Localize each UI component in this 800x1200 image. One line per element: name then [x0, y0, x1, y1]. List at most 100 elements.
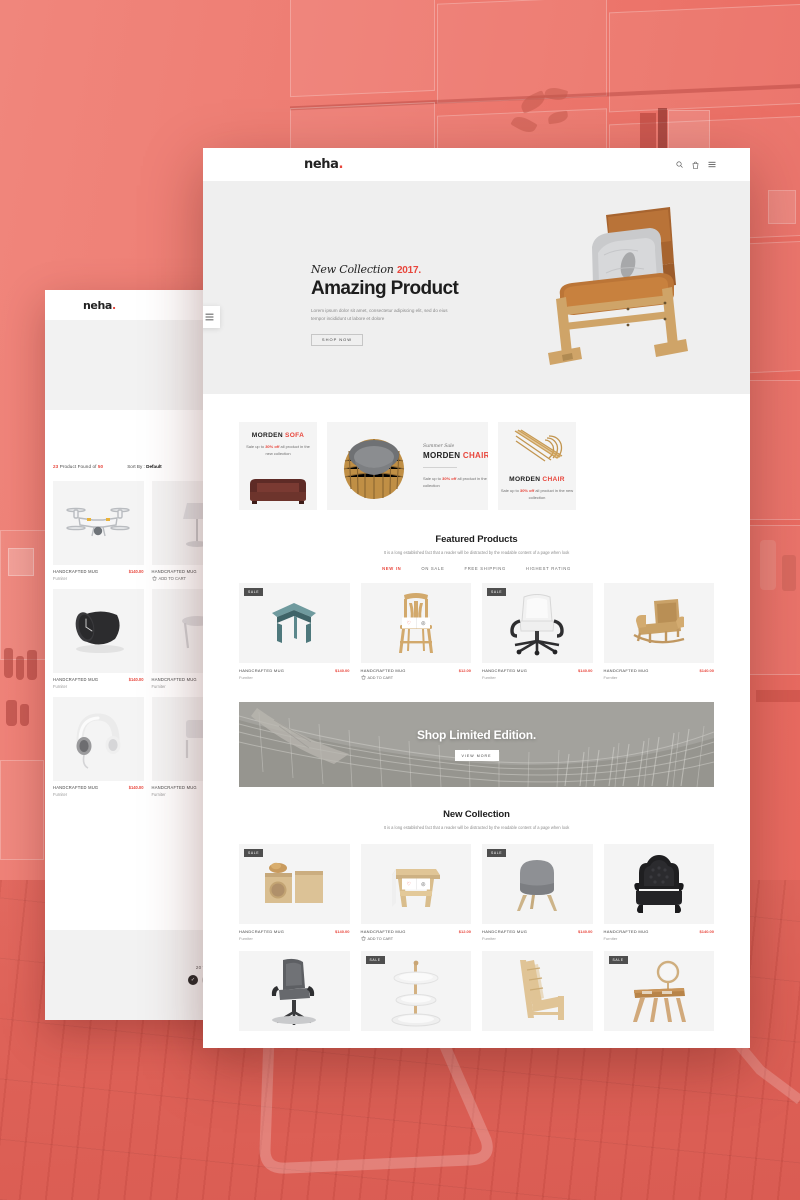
product-image[interactable]: SALE: [603, 951, 714, 1031]
product-card[interactable]: SALE: [360, 951, 471, 1031]
home-logo[interactable]: neha.: [304, 157, 343, 172]
promo-subtext: Sale up to 30% off all product in the ne…: [423, 475, 488, 489]
product-hover-actions[interactable]: ♡ ◎: [401, 878, 430, 890]
headphones-icon: [76, 713, 121, 769]
limited-edition-title: Shop Limited Edition.: [416, 728, 537, 742]
home-page-window[interactable]: neha. New Collection 2017. Amazing Produ…: [203, 148, 750, 1048]
product-card[interactable]: HANDCRAFTED MUG $140.00 Furniter: [603, 583, 714, 680]
product-card[interactable]: SALE HANDCRAFTED MUG $140.00 Furniter: [239, 583, 350, 680]
limited-edition-banner[interactable]: Shop Limited Edition. VIEW MORE: [239, 702, 714, 787]
product-image[interactable]: [53, 481, 144, 565]
product-category: Furniter: [53, 576, 68, 581]
promo-sub-discount: 30% off: [442, 475, 457, 481]
product-card[interactable]: SALE HANDCRAFTED MUG $140.00 Furniter: [482, 844, 593, 941]
product-name: HANDCRAFTED MUG: [151, 569, 197, 574]
promo-morden-chair-wide[interactable]: Summer Sale MORDEN CHAIR Sale up to 30% …: [327, 422, 488, 510]
product-count-label: 23 Product Found of 50: [53, 464, 103, 469]
product-card[interactable]: [239, 951, 350, 1031]
wishlist-icon[interactable]: ♡: [401, 617, 416, 629]
cart-icon[interactable]: [692, 161, 699, 169]
shop-logo[interactable]: neha.: [83, 299, 116, 312]
product-image[interactable]: SALE: [239, 844, 350, 924]
product-image[interactable]: [53, 589, 144, 673]
quickview-icon[interactable]: ◎: [415, 617, 430, 629]
twitter-icon[interactable]: ✓: [188, 975, 198, 985]
promo-sub-pre: Sale up to: [246, 444, 266, 449]
product-card[interactable]: [482, 951, 593, 1031]
product-hover-actions[interactable]: ♡ ◎: [401, 617, 430, 629]
promo-morden-sofa[interactable]: MORDEN SOFA Sale up to 30% off all produ…: [239, 422, 317, 510]
promo-morden-chair-small[interactable]: MORDEN CHAIR Sale up to 30% off all prod…: [498, 422, 576, 510]
home-logo-dot: .: [338, 157, 344, 172]
product-image[interactable]: SALE: [482, 583, 593, 663]
cabinet-panel: [290, 0, 435, 98]
drone-icon: [66, 507, 130, 537]
product-price: $140.00: [578, 668, 593, 673]
product-image[interactable]: SALE: [360, 951, 471, 1031]
product-card[interactable]: SALE HANDCRAFTED MUG $140.00 Furniter: [482, 583, 593, 680]
product-category: Furniter: [239, 936, 253, 941]
hero-chair-image: [548, 207, 688, 365]
product-image[interactable]: [603, 844, 714, 924]
search-icon[interactable]: [676, 161, 683, 168]
promo-heading: MORDEN CHAIR: [498, 476, 576, 483]
product-image[interactable]: ♡ ◎: [360, 583, 471, 663]
product-price: $12.00: [458, 929, 471, 934]
tab-new-in[interactable]: NEW IN: [382, 566, 401, 571]
product-image[interactable]: SALE: [482, 844, 593, 924]
slider-toggle-icon[interactable]: [203, 306, 220, 328]
product-name: HANDCRAFTED MUG: [482, 668, 528, 673]
tab-on-sale[interactable]: ON SALE: [421, 566, 444, 571]
product-image[interactable]: [53, 697, 144, 781]
product-price: $140.00: [128, 569, 144, 574]
product-card[interactable]: SALE: [603, 951, 714, 1031]
add-to-cart-button[interactable]: ADD TO CART: [361, 673, 472, 680]
product-image[interactable]: SALE: [239, 583, 350, 663]
vanity-table-mirror-icon: [632, 960, 686, 1022]
product-price: $12.00: [458, 668, 471, 673]
featured-products-section: Featured Products It is a long establish…: [203, 534, 750, 571]
shop-product-card[interactable]: HANDCRAFTED MUG $140.00 Furniter: [53, 589, 144, 689]
product-image[interactable]: ♡ ◎: [360, 844, 471, 924]
product-category: Furniter: [482, 936, 496, 941]
product-count-total: 50: [97, 463, 104, 469]
sort-by-select[interactable]: Sort By : Default: [127, 464, 161, 469]
product-price: $140.00: [335, 929, 350, 934]
featured-tabs: NEW IN ON SALE FREE SHIPPING HIGHEST RAT…: [203, 566, 750, 571]
cart-icon: [361, 936, 365, 941]
shop-product-card[interactable]: HANDCRAFTED MUG $140.00 Furniter: [53, 697, 144, 797]
shop-now-button[interactable]: SHOP NOW: [311, 333, 363, 346]
promo-sub-discount: 30% off: [265, 444, 280, 449]
hero-eyebrow: New Collection 2017.: [311, 263, 491, 276]
shop-logo-text: neha: [83, 298, 112, 312]
tab-free-shipping[interactable]: FREE SHIPPING: [464, 566, 505, 571]
product-name: HANDCRAFTED MUG: [603, 929, 649, 934]
hamburger-menu-icon[interactable]: [708, 161, 716, 168]
add-to-cart-label: ADD TO CART: [367, 936, 394, 941]
product-name: HANDCRAFTED MUG: [239, 668, 285, 673]
product-card[interactable]: HANDCRAFTED MUG $140.00 Furniter: [603, 844, 714, 941]
product-card[interactable]: ♡ ◎ HANDCRAFTED MUG $12.00 ADD TO CART: [360, 583, 472, 680]
hero-eyebrow-text: New Collection: [311, 263, 397, 276]
product-price: $140.00: [128, 785, 144, 790]
quickview-icon[interactable]: ◎: [415, 878, 430, 890]
product-image[interactable]: [482, 951, 593, 1031]
promo-heading-plain: MORDEN: [251, 432, 286, 439]
grey-task-chair-icon: [272, 958, 317, 1025]
product-image[interactable]: [239, 951, 350, 1031]
sale-badge: SALE: [244, 588, 264, 596]
product-name: HANDCRAFTED MUG: [53, 569, 99, 574]
promo-sub-pre: Sale up to: [500, 488, 520, 493]
product-image[interactable]: [603, 583, 714, 663]
product-price: $140.00: [699, 668, 714, 673]
black-baroque-armchair-icon: [634, 855, 684, 913]
product-card[interactable]: ♡ ◎ HANDCRAFTED MUG $12.00 ADD TO CART: [360, 844, 472, 941]
tab-highest-rating[interactable]: HIGHEST RATING: [526, 566, 571, 571]
product-card[interactable]: SALE HANDCRAFTED MUG $140.00 Furniter: [239, 844, 350, 941]
wishlist-icon[interactable]: ♡: [401, 878, 416, 890]
shop-product-card[interactable]: HANDCRAFTED MUG $140.00 Furniter: [53, 481, 144, 581]
home-header: neha.: [203, 148, 750, 181]
add-to-cart-button[interactable]: ADD TO CART: [361, 934, 472, 941]
product-price: $140.00: [128, 677, 144, 682]
view-more-button[interactable]: VIEW MORE: [454, 750, 499, 761]
